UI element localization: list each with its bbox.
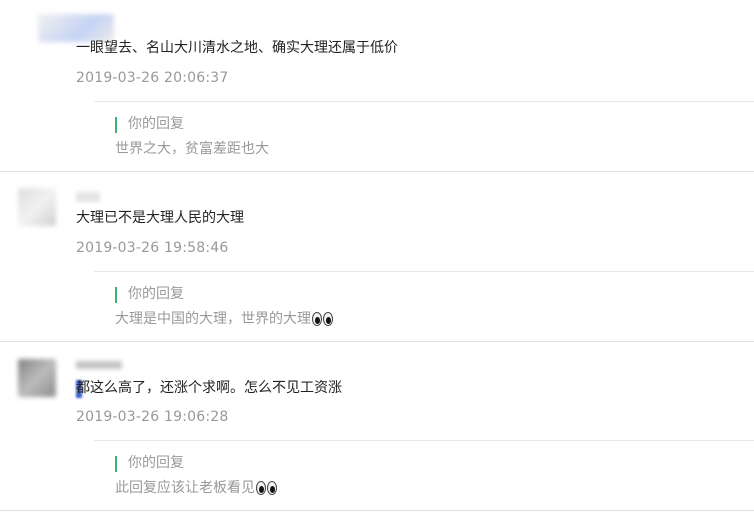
- comment-content: 一眼望去、名山大川清水之地、确实大理还属于低价: [76, 40, 398, 56]
- divider: [94, 101, 754, 102]
- reply-quote-bar: [115, 117, 128, 133]
- avatar[interactable]: [18, 359, 56, 397]
- reply-label: 你的回复: [128, 455, 184, 471]
- reply-label: 你的回复: [128, 286, 184, 302]
- comment-content: 大理已不是大理人民的大理: [76, 210, 244, 226]
- comment-feed: 一眼望去、名山大川清水之地、确实大理还属于低价 2019-03-26 20:06…: [0, 0, 754, 514]
- comment-time: 2019-03-26 20:06:37: [76, 70, 229, 86]
- reply-text: 大理是中国的大理，世界的大理: [115, 311, 311, 327]
- username[interactable]: [76, 192, 100, 202]
- comment-time: 2019-03-26 19:06:28: [76, 409, 229, 425]
- reply-text: 世界之大，贫富差距也大: [115, 141, 269, 157]
- reply-quote-bar: [115, 287, 128, 303]
- reply-text: 此回复应该让老板看见: [115, 480, 255, 496]
- separator: [0, 171, 754, 172]
- separator: [0, 510, 754, 511]
- avatar[interactable]: [18, 188, 56, 226]
- eyes-emoji-icon: [312, 312, 334, 332]
- divider: [94, 440, 754, 441]
- reply-label: 你的回复: [128, 116, 184, 132]
- divider: [94, 271, 754, 272]
- reply-text-row: 大理是中国的大理，世界的大理: [115, 309, 334, 332]
- reply-text-row: 此回复应该让老板看见: [115, 478, 278, 501]
- username[interactable]: [76, 361, 122, 369]
- separator: [0, 341, 754, 342]
- reply-quote-bar: [115, 456, 128, 472]
- comment-time: 2019-03-26 19:58:46: [76, 240, 229, 256]
- comment-content: 都这么高了，还涨个求啊。怎么不见工资涨: [76, 380, 342, 396]
- eyes-emoji-icon: [256, 481, 278, 501]
